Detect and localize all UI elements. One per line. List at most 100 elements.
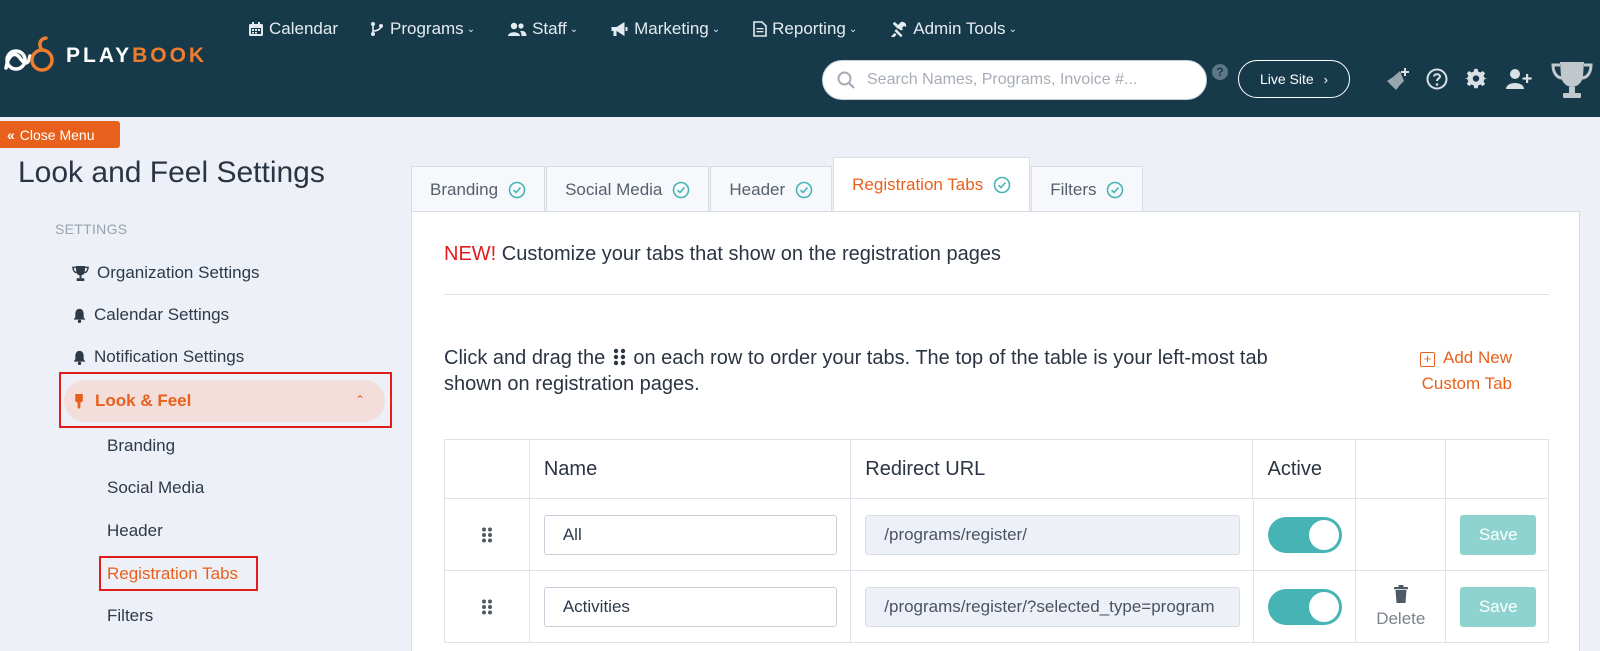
divider <box>444 294 1549 295</box>
nav-admin-tools[interactable]: Admin Tools ⌄ <box>890 19 1017 39</box>
sidebar-item-calendar-settings[interactable]: Calendar Settings <box>72 305 229 325</box>
add-user-icon[interactable] <box>1505 65 1533 93</box>
add-new-label: Add New Custom Tab <box>1421 348 1512 393</box>
logo-text: PLAYBOOK <box>66 44 208 67</box>
tab-label: Registration Tabs <box>852 175 984 194</box>
tab-social-media[interactable]: Social Media <box>546 166 710 212</box>
tab-label: Header <box>729 179 786 199</box>
chevron-up-icon: ⌃ <box>354 393 365 407</box>
header-delete <box>1355 440 1445 498</box>
nav-programs[interactable]: Programs ⌄ <box>369 19 475 39</box>
active-toggle[interactable] <box>1267 516 1342 553</box>
announcement-icon[interactable] <box>1384 65 1412 93</box>
check-circle-icon <box>993 176 1011 194</box>
tab-label: Social Media <box>565 179 663 199</box>
trophy-button[interactable] <box>1550 60 1594 100</box>
search-input[interactable] <box>867 71 1187 89</box>
table-header-row: Name Redirect URL Active <box>445 440 1548 498</box>
header-redirect-url: Redirect URL <box>850 440 1252 498</box>
help-icon[interactable] <box>1423 65 1451 93</box>
gear-icon <box>1465 68 1487 89</box>
nav-marketing[interactable]: Marketing ⌄ <box>610 19 720 39</box>
sidebar-item-notification-settings[interactable]: Notification Settings <box>72 347 244 367</box>
tab-registration-tabs[interactable]: Registration Tabs <box>833 157 1031 212</box>
tools-icon <box>891 21 907 37</box>
double-chevron-left-icon: « <box>7 126 15 143</box>
chevron-down-icon: ⌄ <box>848 23 858 35</box>
sidebar-item-organization-settings[interactable]: Organization Settings <box>72 263 260 283</box>
search-help-icon[interactable]: ? <box>1212 64 1228 80</box>
live-site-label: Live Site <box>1259 71 1314 87</box>
paint-brush-icon <box>75 393 83 409</box>
trash-icon <box>1393 584 1408 603</box>
nav-label: Reporting <box>772 19 846 38</box>
check-circle-icon <box>673 181 690 198</box>
settings-icon[interactable] <box>1462 65 1490 93</box>
tab-label: Branding <box>430 179 499 199</box>
nav-reporting[interactable]: Reporting ⌄ <box>753 19 857 39</box>
save-button[interactable]: Save <box>1460 514 1537 555</box>
nav-label: Programs <box>390 19 464 38</box>
check-circle-icon <box>795 181 813 198</box>
live-site-button[interactable]: Live Site › <box>1238 60 1350 98</box>
question-circle-icon <box>1426 68 1448 90</box>
users-icon <box>508 22 527 36</box>
sidebar-subitem-social-media[interactable]: Social Media <box>107 478 204 498</box>
sidebar-subitem-header[interactable]: Header <box>107 521 163 541</box>
grip-icon <box>481 599 492 614</box>
sidebar-item-label: Calendar Settings <box>94 305 230 324</box>
new-badge: NEW! <box>444 243 497 265</box>
chevron-down-icon: ⌄ <box>711 23 721 35</box>
close-menu-button[interactable]: « Close Menu <box>0 121 120 148</box>
plus-square-icon: + <box>1420 352 1436 367</box>
delete-label: Delete <box>1376 608 1426 628</box>
header-drag <box>445 440 529 498</box>
toggle-knob <box>1308 591 1339 622</box>
calendar-icon <box>249 22 263 36</box>
tab-name-input[interactable] <box>543 586 837 627</box>
drag-handle[interactable] <box>445 571 529 642</box>
toggle-knob <box>1308 519 1339 550</box>
sidebar-item-label: Notification Settings <box>94 347 245 366</box>
bell-icon <box>73 350 86 365</box>
logo[interactable]: PLAYBOOK <box>2 36 207 76</box>
notice-text: Customize your tabs that show on the reg… <box>496 243 1001 265</box>
bell-icon <box>73 308 86 323</box>
search-icon <box>837 71 855 89</box>
nav-calendar[interactable]: Calendar <box>248 19 338 39</box>
main-nav: Calendar Programs ⌄ Staff ⌄ Marketing ⌄ Rep… <box>248 16 1017 42</box>
close-menu-label: Close Menu <box>19 126 95 143</box>
nav-label: Admin Tools <box>913 19 1006 38</box>
header-active: Active <box>1252 440 1355 498</box>
grip-icon <box>481 527 492 542</box>
active-toggle[interactable] <box>1267 588 1342 625</box>
table-row: Delete Save <box>445 570 1548 642</box>
tab-header[interactable]: Header <box>710 166 833 212</box>
sidebar-item-look-and-feel[interactable]: Look & Feel ⌃ <box>64 380 385 422</box>
bullhorn-plus-icon <box>1387 68 1409 90</box>
drag-handle[interactable] <box>445 499 529 570</box>
top-bar: PLAYBOOK Calendar Programs ⌄ Staff ⌄ Marke… <box>0 0 1600 117</box>
tab-name-input[interactable] <box>543 514 837 555</box>
redirect-url-input[interactable] <box>865 586 1241 627</box>
sidebar-subitem-registration-tabs[interactable]: Registration Tabs <box>107 564 238 584</box>
user-plus-icon <box>1506 69 1532 89</box>
sidebar-subitem-branding[interactable]: Branding <box>107 436 175 456</box>
check-circle-icon <box>1107 181 1124 198</box>
page-title: Look and Feel Settings <box>18 156 325 189</box>
nav-staff[interactable]: Staff ⌄ <box>507 19 578 39</box>
tab-branding[interactable]: Branding <box>411 166 546 212</box>
redirect-url-input[interactable] <box>865 514 1241 555</box>
settings-tabs: Branding Social Media Header Registratio… <box>411 157 1144 212</box>
save-button[interactable]: Save <box>1460 586 1537 627</box>
table-row: Save <box>445 498 1548 570</box>
branch-icon <box>371 22 383 36</box>
chevron-right-icon: › <box>1323 71 1329 87</box>
delete-button[interactable]: Delete <box>1356 584 1445 629</box>
header-name: Name <box>528 440 850 498</box>
sidebar-subitem-filters[interactable]: Filters <box>107 606 153 626</box>
tab-filters[interactable]: Filters <box>1031 166 1144 212</box>
playbook-logo-icon <box>4 36 54 72</box>
add-new-custom-tab-button[interactable]: + Add New Custom Tab <box>1402 345 1512 397</box>
instructions-text-before: Click and drag the <box>444 347 611 369</box>
